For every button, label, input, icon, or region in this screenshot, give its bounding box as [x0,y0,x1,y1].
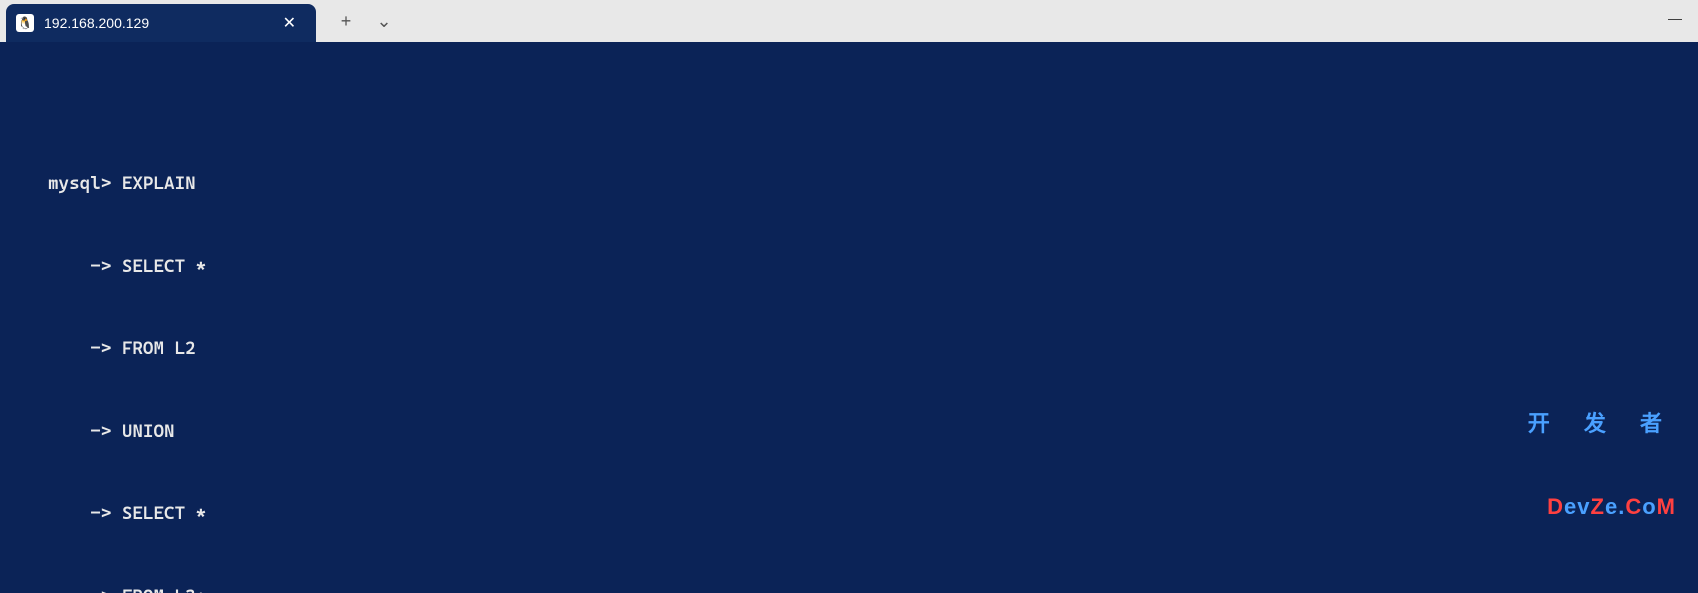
watermark: 开 发 者 DevZe.CoM [1528,355,1676,575]
tux-icon: 🐧 [16,14,34,32]
query-line: -> UNION [0,418,1698,446]
tab-active[interactable]: 🐧 192.168.200.129 ✕ [6,4,316,42]
window-controls: — [1652,0,1698,36]
app-window: 🐧 192.168.200.129 ✕ + ⌄ — mysql> EXPLAIN… [0,0,1698,593]
close-tab-button[interactable]: ✕ [277,11,302,35]
query-line: -> SELECT * [0,253,1698,281]
minimize-button[interactable]: — [1652,0,1698,36]
query-line: mysql> EXPLAIN [0,170,1698,198]
terminal-pane[interactable]: mysql> EXPLAIN -> SELECT * -> FROM L2 ->… [0,42,1698,593]
new-tab-button[interactable]: + [330,5,362,37]
query-line: -> FROM L3; [0,583,1698,593]
query-line: -> FROM L2 [0,335,1698,363]
tab-dropdown-button[interactable]: ⌄ [368,5,400,37]
tab-title: 192.168.200.129 [44,15,267,31]
tabbar-actions: + ⌄ [330,0,400,42]
query-line: -> SELECT * [0,500,1698,528]
titlebar: 🐧 192.168.200.129 ✕ + ⌄ — [0,0,1698,42]
